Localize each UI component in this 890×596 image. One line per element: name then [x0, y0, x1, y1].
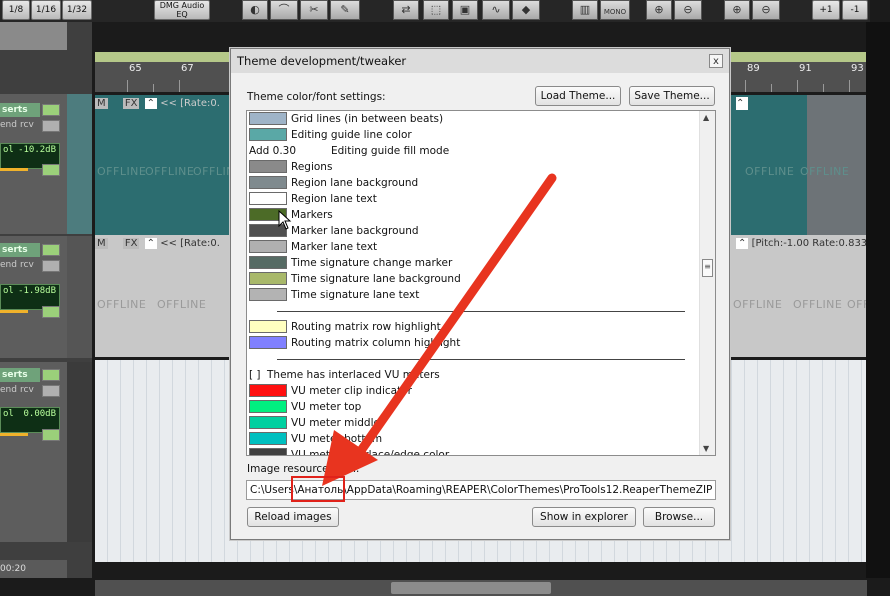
annotation-arrow	[322, 173, 557, 486]
annotation-highlight-box	[291, 476, 345, 502]
